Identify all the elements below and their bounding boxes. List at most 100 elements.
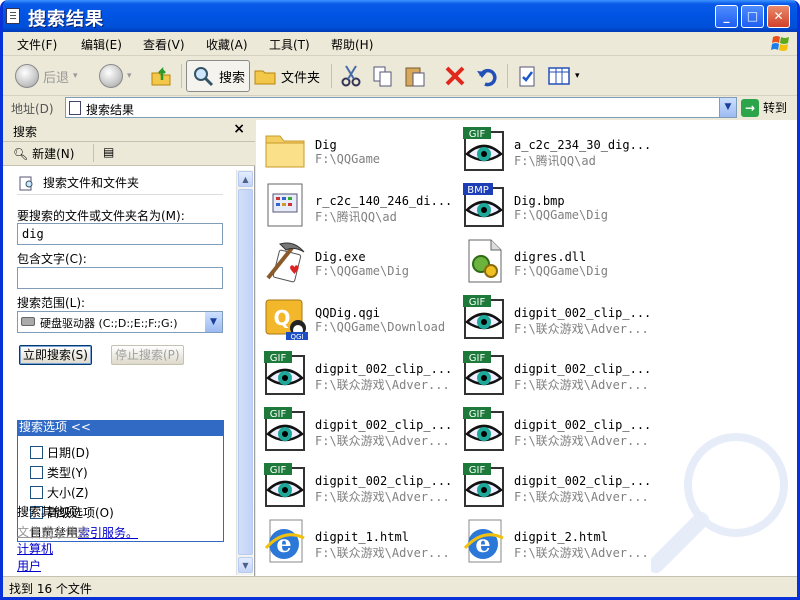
forward-button[interactable]: ▾	[99, 60, 132, 92]
gif-file-icon: GIF	[461, 462, 507, 508]
search-now-button[interactable]: 立即搜索(S)	[19, 345, 92, 365]
minimize-button[interactable]: _	[715, 5, 738, 28]
file-item[interactable]: ♥ Dig.exe F:\QQGame\Dig	[256, 234, 452, 286]
file-name: digpit_002_clip_...	[315, 362, 453, 376]
file-path: F:\联众游戏\Adver...	[514, 322, 649, 336]
file-item[interactable]: GIF digpit_002_clip_... F:\联众游戏\Adver...	[455, 346, 651, 398]
window-icon	[6, 8, 20, 24]
scroll-thumb[interactable]	[238, 189, 253, 555]
gif-file-icon: GIF	[262, 462, 308, 508]
file-item[interactable]: GIF digpit_002_clip_... F:\联众游戏\Adver...	[455, 458, 651, 510]
contains-text-label: 包含文字(C):	[17, 252, 87, 266]
maximize-button[interactable]: □	[741, 5, 764, 28]
new-search-button[interactable]: 🔍︎ 新建(N)	[13, 145, 74, 162]
stop-search-button[interactable]: 停止搜索(P)	[111, 345, 184, 365]
file-item[interactable]: GIF digpit_002_clip_... F:\联众游戏\Adver...	[256, 458, 452, 510]
file-item[interactable]: GIF digpit_002_clip_... F:\联众游戏\Adver...	[256, 402, 452, 454]
bmp-file-icon: BMP	[461, 182, 507, 228]
file-item[interactable]: digres.dll F:\QQGame\Dig	[455, 234, 651, 286]
go-button[interactable]: → 转到	[741, 97, 787, 118]
delete-button[interactable]	[443, 60, 467, 92]
search-results-icon	[69, 101, 81, 115]
address-input[interactable]: 搜索结果 ▼	[65, 97, 737, 118]
option-size-checkbox[interactable]: 大小(Z)	[30, 484, 89, 501]
search-section-header: 搜索文件和文件夹	[19, 174, 139, 191]
svg-text:BMP: BMP	[467, 185, 489, 196]
file-item[interactable]: GIF digpit_002_clip_... F:\联众游戏\Adver...	[455, 402, 651, 454]
delete-x-icon	[445, 66, 465, 86]
gif-file-icon: GIF	[262, 350, 308, 396]
option-type-checkbox[interactable]: 类型(Y)	[30, 464, 88, 481]
menu-tools[interactable]: 工具(T)	[269, 36, 310, 53]
svg-text:GIF: GIF	[469, 353, 486, 364]
option-date-checkbox[interactable]: 日期(D)	[30, 444, 90, 461]
hard-drive-icon	[21, 317, 35, 326]
link-computers[interactable]: 计算机	[17, 540, 53, 557]
file-path: F:\联众游戏\Adver...	[315, 490, 450, 504]
link-files-folders[interactable]: 文件或文件夹	[17, 523, 89, 540]
paste-button[interactable]	[403, 60, 427, 92]
file-item[interactable]: Q QGI QQDig.qgi F:\QQGame\Download	[256, 290, 452, 342]
file-name: digpit_002_clip_...	[315, 418, 453, 432]
undo-icon	[477, 68, 497, 87]
close-icon[interactable]: ×	[233, 121, 245, 137]
file-item[interactable]: e digpit_1.html F:\联众游戏\Adver...	[256, 514, 452, 566]
file-path: F:\QQGame\Download	[315, 320, 446, 334]
file-item[interactable]: GIF digpit_002_clip_... F:\联众游戏\Adver...	[455, 290, 651, 342]
menu-edit[interactable]: 编辑(E)	[81, 36, 122, 53]
toolbar: 后退 ▾ ▾ 搜索 文件夹 ▾	[3, 56, 797, 96]
up-folder-button[interactable]	[149, 60, 173, 92]
properties-icon	[519, 66, 535, 87]
cut-button[interactable]	[339, 60, 363, 92]
menu-view[interactable]: 查看(V)	[143, 36, 185, 53]
contains-text-input[interactable]	[17, 267, 223, 289]
windows-logo-icon	[771, 36, 789, 51]
search-files-icon	[19, 176, 33, 190]
file-item[interactable]: BMP Dig.bmp F:\QQGame\Dig	[455, 178, 651, 230]
search-pane: 搜索 × 🔍︎ 新建(N) ▤ 搜索文件和文件夹 要搜索的文件或文件夹名为(M)…	[3, 120, 255, 576]
folder-icon	[254, 70, 276, 85]
search-options-header[interactable]: 搜索选项 <<	[17, 420, 224, 436]
menu-favorites[interactable]: 收藏(A)	[206, 36, 248, 53]
folders-button[interactable]: 文件夹	[253, 60, 320, 92]
forward-arrow-icon	[99, 64, 123, 88]
file-item[interactable]: r_c2c_140_246_di... F:\腾讯QQ\ad	[256, 178, 452, 230]
file-path: F:\联众游戏\Adver...	[514, 434, 649, 448]
link-people[interactable]: 用户	[17, 557, 41, 574]
menu-help[interactable]: 帮助(H)	[331, 36, 373, 53]
close-button[interactable]: ✕	[767, 5, 790, 28]
new-search-icon: 🔍︎	[13, 147, 29, 161]
svg-text:GIF: GIF	[469, 129, 486, 140]
file-item[interactable]: GIF a_c2c_234_30_dig... F:\腾讯QQ\ad	[455, 122, 651, 174]
menu-file[interactable]: 文件(F)	[17, 36, 57, 53]
title-bar[interactable]: 搜索结果 _ □ ✕	[3, 0, 797, 32]
scope-select[interactable]: 硬盘驱动器 (C:;D:;E:;F:;G:) ▼	[17, 311, 223, 333]
image-file-icon	[262, 182, 308, 228]
back-button[interactable]: 后退 ▾	[15, 60, 78, 92]
address-dropdown-icon[interactable]: ▼	[719, 98, 736, 117]
file-item[interactable]: GIF digpit_002_clip_... F:\联众游戏\Adver...	[256, 346, 452, 398]
file-path: F:\联众游戏\Adver...	[514, 378, 649, 392]
chevron-down-icon[interactable]: ▼	[205, 312, 222, 332]
views-button[interactable]: ▾	[547, 60, 580, 92]
svg-text:♥: ♥	[289, 263, 300, 277]
file-name: a_c2c_234_30_dig...	[514, 138, 652, 152]
search-pane-scrollbar[interactable]: ▲ ▼	[236, 170, 253, 575]
file-name: digres.dll	[514, 250, 587, 264]
properties-button[interactable]	[515, 60, 539, 92]
search-button[interactable]: 搜索	[186, 60, 251, 92]
search-companion-icon[interactable]: ▤	[103, 145, 114, 159]
svg-text:GIF: GIF	[469, 465, 486, 476]
watermark-magnifier-icon	[651, 433, 788, 573]
gif-file-icon: GIF	[461, 406, 507, 452]
filename-input[interactable]: dig	[17, 223, 223, 245]
file-item[interactable]: e digpit_2.html F:\联众游戏\Adver...	[455, 514, 651, 566]
file-name: digpit_002_clip_...	[514, 362, 652, 376]
file-path: F:\QQGame	[315, 152, 381, 166]
file-path: F:\QQGame\Dig	[315, 264, 409, 278]
copy-button[interactable]	[371, 60, 395, 92]
file-item[interactable]: Dig F:\QQGame	[256, 122, 452, 174]
scroll-up-icon[interactable]: ▲	[238, 171, 253, 187]
undo-button[interactable]	[475, 60, 499, 92]
scroll-down-icon[interactable]: ▼	[238, 557, 253, 573]
